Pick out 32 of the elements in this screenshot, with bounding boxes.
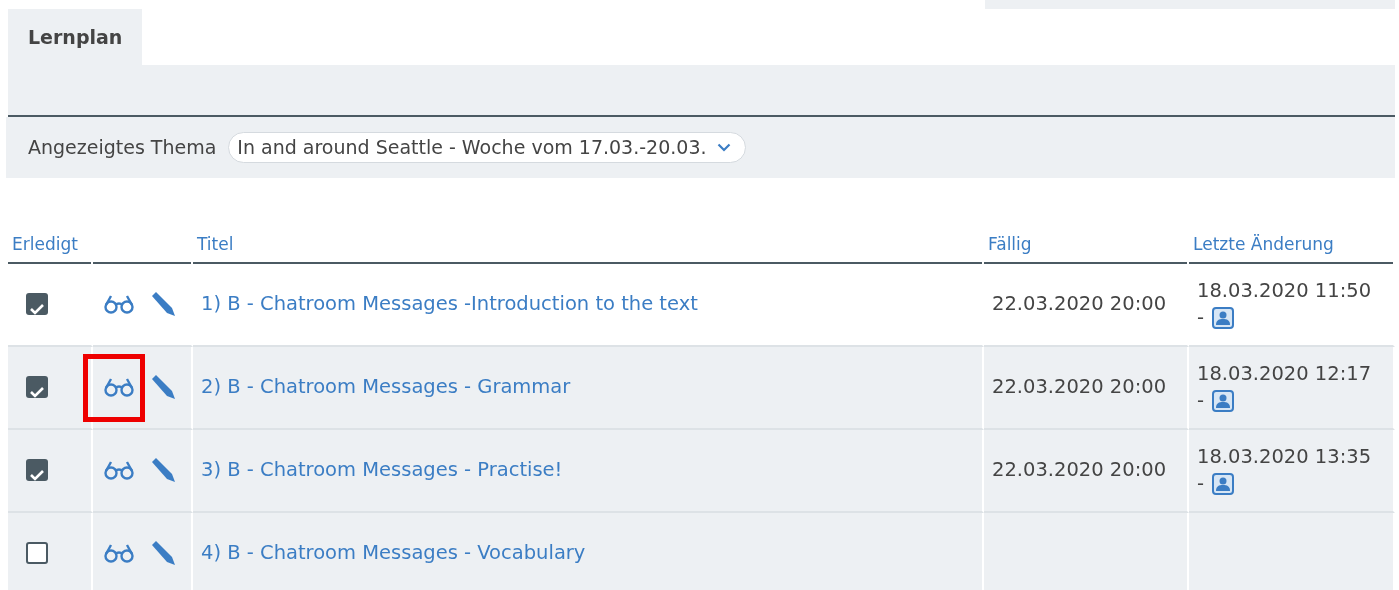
glasses-icon[interactable]	[103, 543, 135, 563]
dash-text: -	[1197, 305, 1205, 331]
tab[interactable]: Lernplan	[8, 9, 143, 65]
changed-date: 18.03.2020 11:50	[1197, 277, 1372, 304]
user-icon[interactable]	[1212, 472, 1235, 495]
task-link[interactable]: 3) B - Chatroom Messages - Practise!	[201, 455, 563, 485]
glasses-icon[interactable]	[103, 294, 135, 314]
checkbox[interactable]	[26, 293, 48, 315]
glasses-icon[interactable]	[103, 377, 135, 397]
column-header[interactable]: Erledigt	[8, 232, 91, 264]
task-link[interactable]: 4) B - Chatroom Messages - Vocabulary	[201, 538, 586, 568]
column-header[interactable]: Titel	[193, 232, 982, 264]
dash-text: -	[1197, 471, 1205, 497]
task-link[interactable]: 2) B - Chatroom Messages - Grammar	[201, 372, 571, 402]
topic-select[interactable]: In and around Seattle - Woche vom 17.03.-20.03.	[228, 132, 746, 163]
task-link[interactable]: 1) B - Chatroom Messages -Introduction to the text	[201, 289, 698, 319]
chevron-down-icon	[716, 143, 731, 152]
changed-date: 18.03.2020 12:17	[1197, 360, 1372, 387]
column-header[interactable]: Fällig	[984, 232, 1187, 264]
glasses-icon[interactable]	[103, 460, 135, 480]
filter-label: Angezeigtes Thema	[28, 135, 217, 161]
changed-date: 18.03.2020 13:35	[1197, 443, 1372, 470]
due-date: 22.03.2020 20:00	[992, 291, 1167, 318]
dash-text: -	[1197, 388, 1205, 414]
due-date: 22.03.2020 20:00	[992, 457, 1167, 484]
checkbox[interactable]	[26, 542, 48, 564]
user-icon[interactable]	[1212, 389, 1235, 412]
checkbox[interactable]	[26, 376, 48, 398]
column-header[interactable]: Letzte Änderung	[1189, 232, 1393, 264]
user-icon[interactable]	[1212, 306, 1235, 329]
due-date: 22.03.2020 20:00	[992, 374, 1167, 401]
checkbox[interactable]	[26, 459, 48, 481]
